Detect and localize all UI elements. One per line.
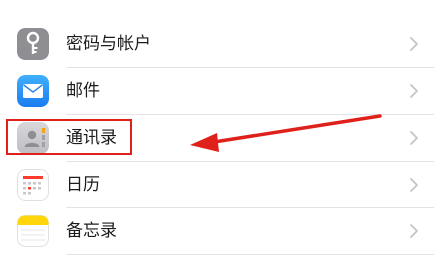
chevron-right-icon <box>408 175 420 195</box>
key-icon <box>17 28 49 60</box>
chevron-right-icon <box>408 128 420 148</box>
notes-icon <box>17 215 49 247</box>
calendar-icon <box>17 169 49 201</box>
chevron-right-icon <box>408 34 420 54</box>
settings-item-mail[interactable]: 邮件 <box>0 68 434 114</box>
settings-item-calendar[interactable]: 日历 <box>0 162 434 208</box>
highlight-box <box>6 119 132 155</box>
chevron-right-icon <box>408 81 420 101</box>
settings-item-label: 邮件 <box>66 81 100 101</box>
settings-item-label: 密码与帐户 <box>66 34 151 54</box>
chevron-right-icon <box>408 221 420 241</box>
settings-item-label: 备忘录 <box>66 221 117 241</box>
row-divider <box>66 254 434 255</box>
mail-icon <box>17 75 49 107</box>
settings-item-label: 日历 <box>66 175 100 195</box>
settings-item-notes[interactable]: 备忘录 <box>0 208 434 254</box>
settings-item-passwords-accounts[interactable]: 密码与帐户 <box>0 21 434 67</box>
